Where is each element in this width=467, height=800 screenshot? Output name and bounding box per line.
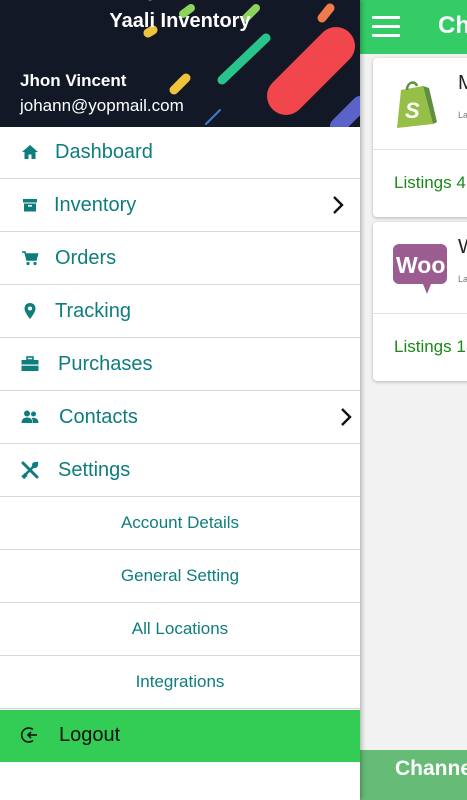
card-divider: [373, 149, 467, 150]
channel-sub: La: [458, 110, 467, 120]
submenu-item-general-setting[interactable]: General Setting: [0, 551, 360, 603]
user-email: johann@yopmail.com: [20, 96, 184, 115]
channel-sub: La: [458, 274, 467, 284]
menu-item-inventory[interactable]: Inventory: [0, 180, 360, 232]
menu-item-settings[interactable]: Settings: [0, 445, 360, 497]
submenu-label: Account Details: [120, 513, 240, 532]
submenu-item-integrations[interactable]: Integrations: [0, 657, 360, 709]
app-brand: Yaali Inventory: [109, 10, 251, 32]
chevron-right-icon: [341, 408, 352, 426]
menu-label: Orders: [55, 247, 117, 269]
users-icon: [21, 410, 39, 423]
woocommerce-icon: Woo: [393, 244, 447, 294]
submenu-label: All Locations: [131, 619, 229, 638]
menu-label: Purchases: [58, 353, 153, 375]
menu-label: Settings: [58, 459, 131, 481]
svg-text:S: S: [405, 98, 420, 123]
listings-count: Listings 4: [394, 173, 466, 192]
drawer-header: Yaali Inventory Jhon Vincent johann@yopm…: [0, 0, 360, 127]
channel-card-shopify[interactable]: S M La Listings 4: [373, 58, 467, 217]
channels-button[interactable]: Channe: [360, 750, 467, 800]
menu-label: Dashboard: [55, 141, 153, 163]
menu-item-dashboard[interactable]: Dashboard: [0, 127, 360, 179]
logout-icon: [20, 727, 37, 743]
hamburger-menu-icon[interactable]: [372, 16, 400, 38]
menu-item-purchases[interactable]: Purchases: [0, 339, 360, 391]
menu-item-contacts[interactable]: Contacts: [0, 392, 360, 444]
home-icon: [22, 145, 38, 159]
listings-count: Listings 1: [394, 337, 466, 356]
briefcase-icon: [21, 356, 39, 371]
menu-label: Tracking: [55, 300, 131, 322]
logout-button[interactable]: Logout: [0, 710, 360, 762]
menu-item-tracking[interactable]: Tracking: [0, 286, 360, 338]
submenu-label: Integrations: [135, 672, 225, 691]
archive-icon: [23, 199, 37, 212]
menu-label: Inventory: [54, 194, 137, 216]
cart-icon: [22, 251, 39, 266]
logout-label: Logout: [59, 724, 121, 746]
channel-card-woocommerce[interactable]: Woo W La Listings 1: [373, 222, 467, 381]
submenu-label: General Setting: [120, 566, 240, 585]
shopify-icon: S: [397, 81, 437, 128]
location-pin-icon: [24, 303, 36, 319]
app-title: Ch: [438, 12, 467, 39]
channel-name: W: [458, 236, 467, 259]
svg-text:Woo: Woo: [396, 252, 445, 278]
menu-label: Contacts: [59, 406, 138, 428]
chevron-right-icon: [333, 196, 344, 214]
menu-item-orders[interactable]: Orders: [0, 233, 360, 285]
navigation-drawer: Yaali Inventory Jhon Vincent johann@yopm…: [0, 0, 360, 800]
submenu-item-all-locations[interactable]: All Locations: [0, 604, 360, 656]
channel-name: M: [458, 72, 467, 94]
card-divider: [373, 313, 467, 314]
user-name: Jhon Vincent: [20, 71, 127, 90]
submenu-item-account-details[interactable]: Account Details: [0, 498, 360, 550]
tools-icon: [21, 461, 39, 480]
